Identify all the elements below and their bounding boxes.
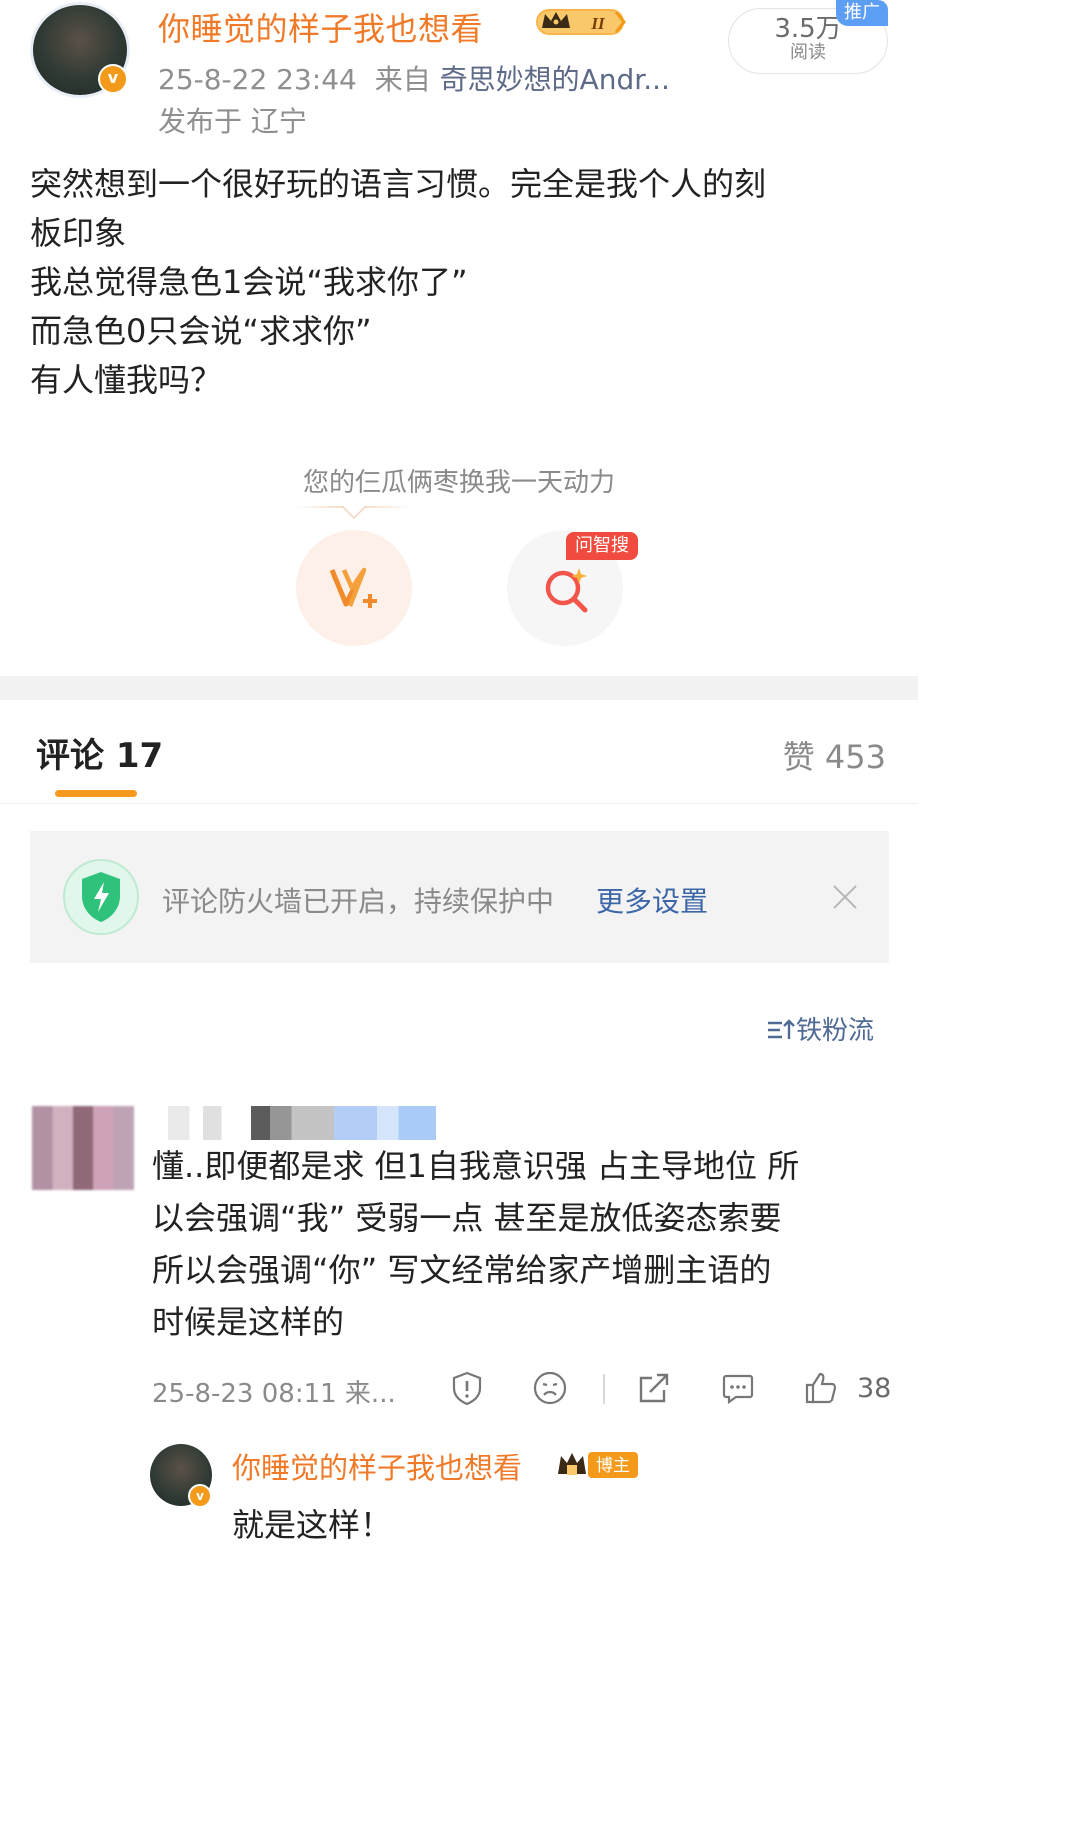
- section-divider: [0, 676, 918, 700]
- post-line: 有人懂我吗？: [30, 361, 223, 399]
- fan-level-badge-icon: II: [536, 9, 626, 35]
- post-line: 突然想到一个很好玩的语言习惯。完全是我个人的刻: [30, 165, 767, 203]
- action-divider: [603, 1374, 605, 1404]
- ai-search-tag: 问智搜: [566, 532, 638, 560]
- post-source-link[interactable]: 奇思妙想的Andr...: [440, 63, 670, 96]
- firewall-settings-link[interactable]: 更多设置: [596, 880, 708, 920]
- share-icon[interactable]: [636, 1370, 672, 1406]
- comment-text: 懂..即便都是求 但1自我意识强 占主导地位 所 以会强调“我” 受弱一点 甚至…: [152, 1140, 892, 1348]
- reward-slogan: 您的仨瓜俩枣换我一天动力: [302, 468, 615, 498]
- reply-icon[interactable]: [720, 1370, 756, 1406]
- blogger-badge-icon: 博主: [558, 1452, 638, 1478]
- ai-search-icon: [545, 568, 588, 613]
- sort-icon: [768, 1019, 795, 1039]
- post-time: 25-8-22 23:44: [158, 63, 357, 96]
- comment-line: 时候是这样的: [152, 1303, 345, 1341]
- reward-button[interactable]: [296, 530, 412, 646]
- commenter-avatar[interactable]: [32, 1106, 134, 1190]
- shield-icon: [63, 859, 139, 935]
- read-label: 阅读: [790, 42, 826, 63]
- reply-author-name[interactable]: 你睡觉的样子我也想看: [232, 1445, 522, 1487]
- dislike-face-icon[interactable]: [532, 1370, 568, 1406]
- reward-v-plus-icon: [330, 567, 377, 608]
- slogan-pointer-icon: [342, 506, 366, 520]
- post-meta: 25-8-22 23:44 来自 奇思妙想的Andr...: [158, 58, 670, 98]
- header-divider: [0, 803, 918, 804]
- comment-line: 所以会强调“你” 写文经常给家产增删主语的: [152, 1251, 772, 1289]
- commenter-name-redacted[interactable]: [168, 1106, 436, 1140]
- tab-comments[interactable]: 评论 17: [36, 728, 163, 777]
- author-name[interactable]: 你睡觉的样子我也想看: [158, 4, 483, 50]
- close-icon[interactable]: [830, 882, 860, 912]
- sort-toggle[interactable]: 铁粉流: [766, 1010, 874, 1047]
- post-line: 而急色0只会说“求求你”: [30, 312, 372, 350]
- promo-badge[interactable]: 推广: [836, 0, 888, 26]
- svg-text:II: II: [590, 14, 606, 33]
- comment-time: 25-8-23 08:11 来...: [152, 1379, 396, 1409]
- reply-text: 就是这样！: [232, 1506, 393, 1544]
- post-line: 板印象: [30, 214, 127, 252]
- tab-active-indicator: [55, 790, 137, 797]
- comment-line: 以会强调“我” 受弱一点 甚至是放低姿态索要: [152, 1199, 782, 1237]
- from-label: 来自: [374, 63, 431, 96]
- tab-likes[interactable]: 赞 453: [783, 732, 886, 778]
- like-icon[interactable]: [803, 1370, 839, 1406]
- sort-label: 铁粉流: [796, 1016, 875, 1046]
- comment-line: 懂..即便都是求 但1自我意识强 占主导地位 所: [152, 1147, 800, 1185]
- firewall-text: 评论防火墙已开启，持续保护中: [162, 885, 555, 918]
- report-icon[interactable]: [449, 1370, 485, 1406]
- post-text: 突然想到一个很好玩的语言习惯。完全是我个人的刻 板印象 我总觉得急色1会说“我求…: [30, 160, 900, 405]
- verified-icon: v: [188, 1484, 212, 1508]
- svg-text:博主: 博主: [596, 1456, 630, 1476]
- post-location: 发布于 辽宁: [158, 105, 307, 138]
- verified-icon: v: [98, 64, 128, 94]
- comment-like-count: 38: [857, 1373, 892, 1404]
- post-line: 我总觉得急色1会说“我求你了”: [30, 263, 468, 301]
